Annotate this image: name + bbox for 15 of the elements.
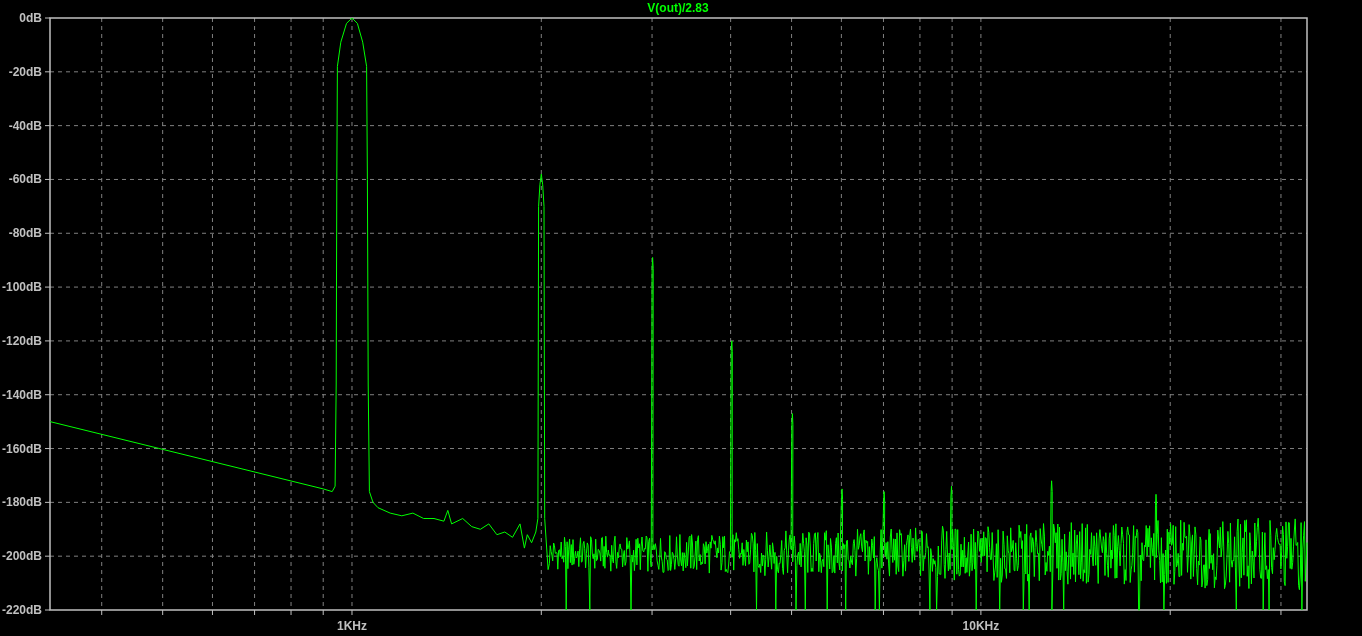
y-axis-label: -40dB	[8, 118, 42, 133]
y-axis-label: -80dB	[8, 226, 42, 241]
y-axis-label: -160dB	[2, 441, 42, 456]
x-axis-label: 10KHz	[962, 619, 1000, 633]
y-axis-label: -60dB	[8, 172, 42, 187]
y-axis-label: -220dB	[2, 603, 42, 617]
trace-label: V(out)/2.83	[647, 1, 709, 15]
y-axis-label: 0dB	[19, 11, 42, 25]
y-axis-label: -140dB	[2, 387, 42, 402]
y-axis-label: -100dB	[2, 280, 42, 295]
y-axis-label: -20dB	[8, 64, 42, 79]
y-axis-label: -180dB	[2, 495, 42, 510]
y-axis-label: -200dB	[2, 549, 42, 564]
y-axis-label: -120dB	[2, 333, 42, 348]
x-axis-label: 1KHz	[337, 619, 367, 633]
